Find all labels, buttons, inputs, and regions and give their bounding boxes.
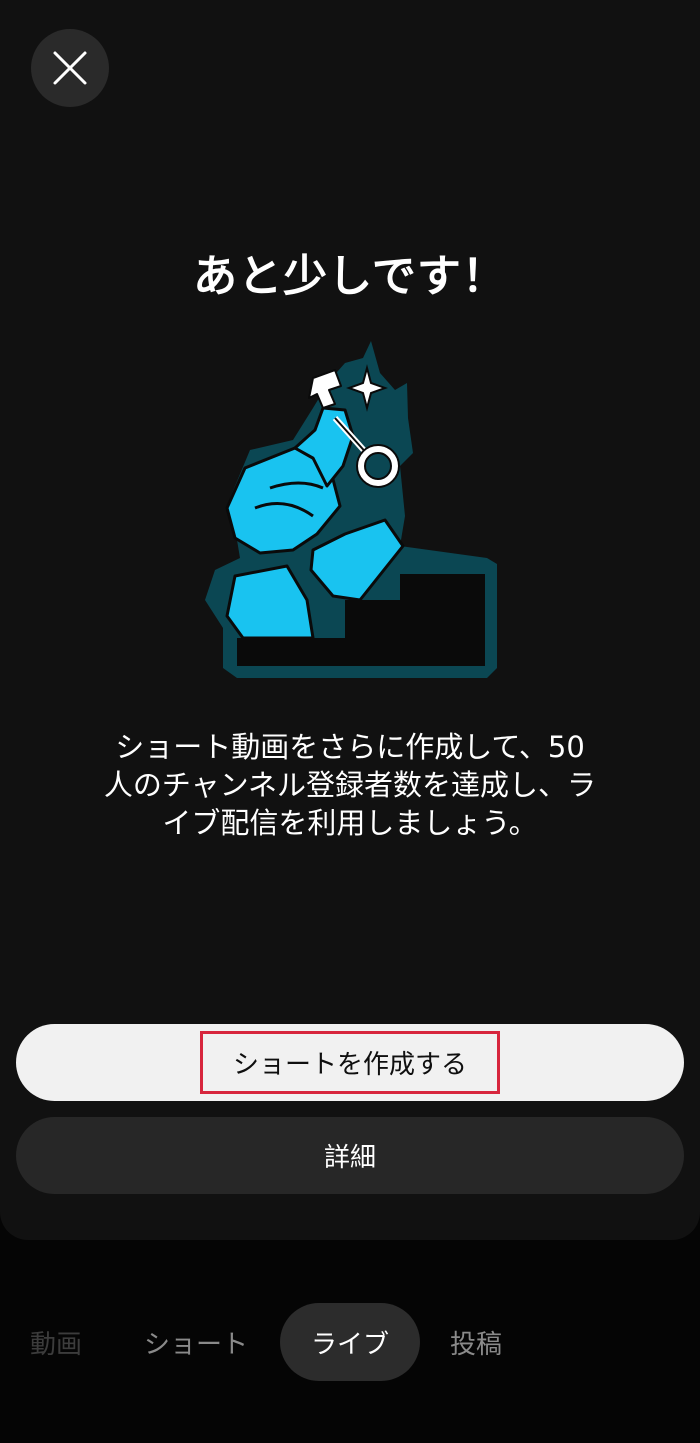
tab-shorts[interactable]: ショート (128, 1303, 264, 1381)
create-short-button-label: ショートを作成する (199, 1031, 500, 1094)
screen: あと少しです！ ショート動画をさらに作成して、50 人のチャンネル登録者数を達成… (0, 0, 700, 1443)
tab-live[interactable]: ライブ (280, 1303, 420, 1381)
dialog-title: あと少しです！ (193, 251, 507, 302)
key-climbing-steps-illustration (205, 341, 497, 678)
description-line: ショート動画をさらに作成して、50 (115, 730, 585, 764)
tab-videos[interactable]: 動画 (0, 1303, 112, 1381)
tab-posts[interactable]: 投稿 (436, 1303, 516, 1381)
description-line: 人のチャンネル登録者数を達成し、ラ (103, 768, 597, 802)
close-icon (53, 51, 87, 85)
description-line: イブ配信を利用しましょう。 (162, 806, 538, 840)
close-button[interactable] (31, 29, 109, 107)
details-button[interactable]: 詳細 (16, 1117, 684, 1194)
bottom-tab-bar: 動画 ショート ライブ 投稿 (0, 1303, 700, 1381)
dialog-description: ショート動画をさらに作成して、50 人のチャンネル登録者数を達成し、ラ イブ配信… (90, 728, 610, 842)
create-short-button[interactable]: ショートを作成する (16, 1024, 684, 1101)
bottom-sheet-dialog: あと少しです！ ショート動画をさらに作成して、50 人のチャンネル登録者数を達成… (0, 0, 700, 1240)
